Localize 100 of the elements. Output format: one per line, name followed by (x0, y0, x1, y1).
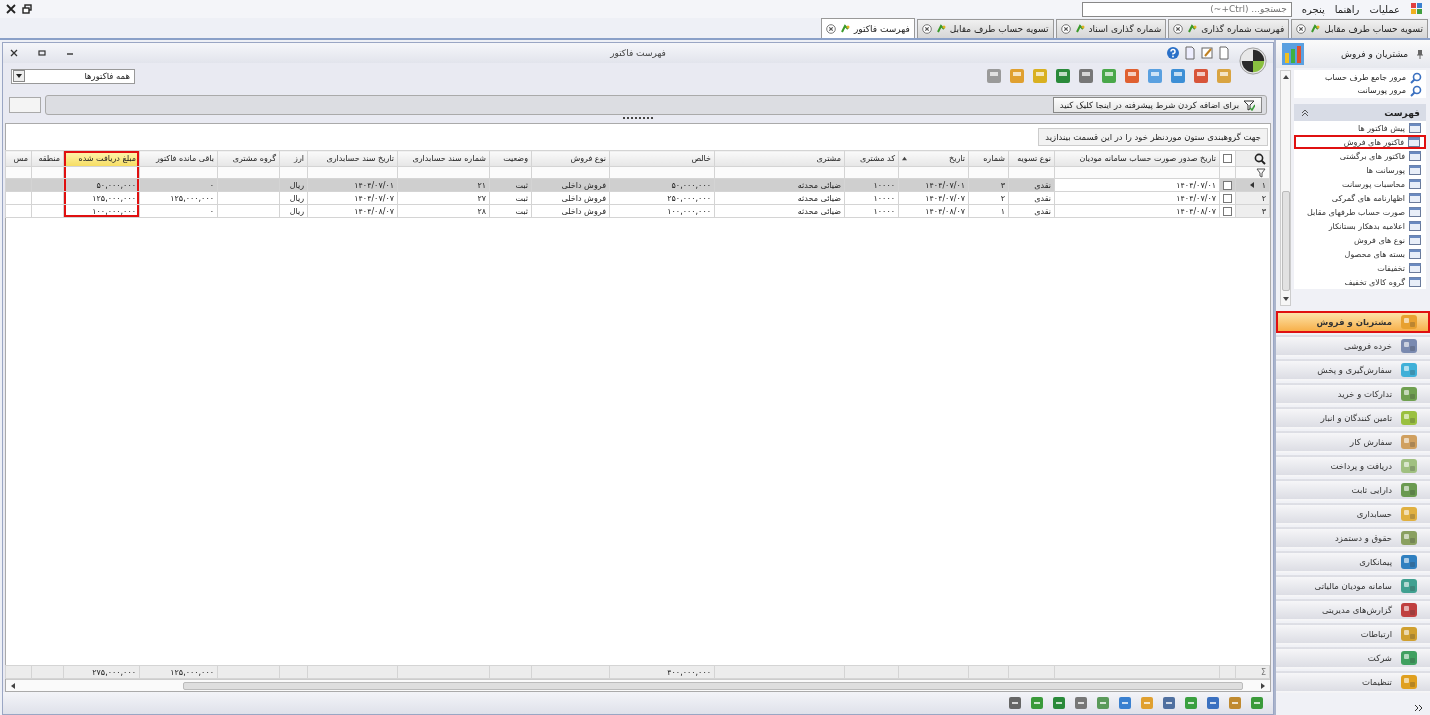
document-icon[interactable] (1217, 46, 1231, 60)
table-cell: ثبت (515, 193, 528, 203)
search-field[interactable]: جستجو... (Ctrl+~) (1081, 1, 1292, 17)
column-header[interactable]: شماره (968, 150, 1009, 167)
menu-item[interactable]: پنجره (1301, 3, 1325, 15)
sidebar-item[interactable]: پیش فاکتور ها (1294, 121, 1426, 135)
scroll-left-icon[interactable] (9, 681, 17, 690)
sidebar-item[interactable]: صورت حساب طرفهای مقابل (1294, 205, 1426, 219)
column-header[interactable]: تاریخ سند حسابداری (307, 150, 398, 167)
scrollbar-thumb[interactable] (1281, 191, 1290, 291)
checkbox[interactable] (1223, 180, 1232, 190)
close-icon[interactable] (826, 23, 836, 34)
module-item[interactable]: سامانه مودیان مالیاتی (1276, 575, 1430, 597)
close-icon[interactable] (1173, 24, 1184, 34)
row-number: ۲ (1261, 193, 1266, 203)
sidebar-link[interactable]: مرور جامع طرف حساب (1298, 71, 1422, 84)
sidebar-item[interactable]: اظهارنامه های گمرکی (1294, 191, 1426, 205)
module-item[interactable]: مشتریان و فروش (1276, 311, 1430, 333)
scroll-right-icon[interactable] (1259, 681, 1267, 690)
filter-dropdown[interactable]: همه فاکتورها (11, 68, 135, 84)
scroll-up-icon[interactable] (1281, 73, 1290, 81)
close-icon[interactable] (1060, 24, 1071, 34)
close-icon[interactable] (921, 24, 932, 34)
column-header[interactable]: نوع تسویه (1008, 150, 1055, 167)
restore-icon[interactable] (22, 4, 32, 14)
sidebar-item[interactable]: محاسبات پورسانت (1294, 177, 1426, 191)
tab[interactable]: فهرست فاکتور (821, 18, 915, 38)
column-header[interactable]: کد مشتری (844, 150, 899, 167)
table-row[interactable]: ۳ ۱۴۰۴/۰۸/۰۷ نقدی ۱ ۱۴۰۴/۰۸/۰۷ ۱۰۰۰۰ ضیائی محدثه ۱۰۰,۰۰۰,۰۰۰ فروش داخلی ثبت ۲۸ ۱۴۰۴/۰۸/۰۷ ریال ۰ ۱۰۰,۰۰۰,۰۰۰ (5, 204, 1270, 218)
column-header[interactable]: منطقه (31, 150, 64, 167)
column-header[interactable]: وضعیت (489, 150, 532, 167)
more-icon[interactable] (1414, 703, 1424, 713)
table-cell: ۱۰۰,۰۰۰,۰۰۰ (92, 206, 136, 216)
tab[interactable]: شماره گذاری اسناد (1055, 19, 1167, 38)
column-header[interactable]: نوع فروش (531, 150, 610, 167)
module-item[interactable]: گزارش‌های مدیریتی (1276, 599, 1430, 621)
close-icon[interactable] (9, 48, 19, 58)
menu-item[interactable]: عملیات (1369, 3, 1400, 15)
scroll-down-icon[interactable] (1281, 295, 1290, 303)
column-header[interactable]: خالص (609, 150, 715, 167)
magnifier-icon (1410, 84, 1422, 97)
sidebar-item[interactable]: تخفیفات (1294, 261, 1426, 275)
table-row[interactable]: ۱ ۱۴۰۴/۰۷/۰۱ نقدی ۳ ۱۴۰۴/۰۷/۰۱ ۱۰۰۰۰ ضیائی محدثه ۵۰,۰۰۰,۰۰۰ فروش داخلی ثبت ۲۱ ۱۴۰۴/۰۷/۰۱ ریال ۰ ۵۰,۰۰۰,۰۰۰ (5, 178, 1270, 192)
checkbox[interactable] (1223, 193, 1232, 203)
column-header[interactable]: تاریخ صدور صورت حساب سامانه مودیان (1054, 150, 1220, 167)
section-header[interactable]: فهرست (1294, 104, 1426, 121)
scrollbar[interactable] (6, 679, 1270, 691)
help-icon[interactable] (1166, 46, 1180, 60)
sidebar-link[interactable]: مرور پورسانت (1298, 84, 1422, 97)
module-item[interactable]: دریافت و پرداخت (1276, 455, 1430, 477)
module-item[interactable]: پیمانکاری (1276, 551, 1430, 573)
module-item[interactable]: دارایی ثابت (1276, 479, 1430, 501)
column-header[interactable]: مشتری (714, 150, 845, 167)
tab[interactable]: فهرست شماره گذاری (1168, 19, 1290, 38)
module-item[interactable]: تدارکات و خرید (1276, 383, 1430, 405)
sidebar-item[interactable]: گروه کالای تخفیف (1294, 275, 1426, 289)
module-item[interactable]: تنظیمات (1276, 671, 1430, 693)
sidebar-item[interactable]: فاکتور های فروش (1294, 135, 1426, 149)
search-icon[interactable] (1254, 152, 1266, 165)
add-condition-button[interactable]: برای اضافه کردن شرط پیشرفته در اینجا کلیک کنید (1052, 97, 1262, 113)
menu-item[interactable]: راهنما (1334, 3, 1360, 15)
checkbox[interactable] (1223, 154, 1232, 163)
scrollbar[interactable] (1280, 70, 1291, 306)
scrollbar-thumb[interactable] (183, 681, 1243, 690)
sidebar-item[interactable]: نوع های فروش (1294, 233, 1426, 247)
module-item[interactable]: سفارش‌گیری و پخش (1276, 359, 1430, 381)
splitter-grip[interactable] (623, 117, 653, 121)
pin-icon[interactable] (1416, 49, 1424, 59)
column-header[interactable]: مبلغ دریافت شده (63, 150, 140, 167)
table-cell: ۳ (1000, 180, 1005, 190)
restore-icon[interactable] (37, 48, 47, 58)
module-item[interactable]: خرده فروشی (1276, 335, 1430, 357)
column-header[interactable]: باقی مانده فاکتور (139, 150, 218, 167)
tab[interactable]: تسویه حساب طرف مقابل (916, 19, 1054, 38)
column-header[interactable]: ارز (279, 150, 308, 167)
module-item[interactable]: تامین کنندگان و انبار (1276, 407, 1430, 429)
module-item[interactable]: حقوق و دستمزد (1276, 527, 1430, 549)
module-icon (1400, 649, 1418, 667)
column-header[interactable]: گروه مشتری (217, 150, 280, 167)
column-header[interactable]: مس (5, 150, 32, 167)
edit-icon[interactable] (1200, 46, 1214, 60)
module-item[interactable]: سفارش کار (1276, 431, 1430, 453)
tab[interactable]: تسویه حساب طرف مقابل (1291, 19, 1428, 38)
sidebar-item[interactable]: اعلامیه بدهکار بستانکار (1294, 219, 1426, 233)
module-item[interactable]: شرکت (1276, 647, 1430, 669)
column-header[interactable]: تاریخ (898, 150, 969, 167)
link-icon (840, 23, 850, 34)
close-icon[interactable] (1296, 24, 1307, 34)
sidebar-item[interactable]: بسته های محصول (1294, 247, 1426, 261)
sidebar-item[interactable]: فاکتور های برگشتی (1294, 149, 1426, 163)
module-item[interactable]: حسابداری (1276, 503, 1430, 525)
table-cell: ریال (289, 193, 304, 203)
document-icon[interactable] (1183, 46, 1197, 60)
module-item[interactable]: ارتباطات (1276, 623, 1430, 645)
sidebar-item[interactable]: پورسانت ها (1294, 163, 1426, 177)
checkbox[interactable] (1223, 206, 1232, 216)
column-header[interactable]: شماره سند حسابداری (397, 150, 490, 167)
close-icon[interactable] (6, 4, 16, 14)
module-icon (1400, 673, 1418, 691)
table-row[interactable]: ۲ ۱۴۰۴/۰۷/۰۷ نقدی ۲ ۱۴۰۴/۰۷/۰۷ ۱۰۰۰۰ ضیائی محدثه ۲۵۰,۰۰۰,۰۰۰ فروش داخلی ثبت ۲۷ ۱۴۰۴/۰۷/۰۷ ریال ۱۲۵,۰۰۰,۰۰۰ ۱۲۵,۰۰۰,۰۰۰ (5, 191, 1270, 205)
